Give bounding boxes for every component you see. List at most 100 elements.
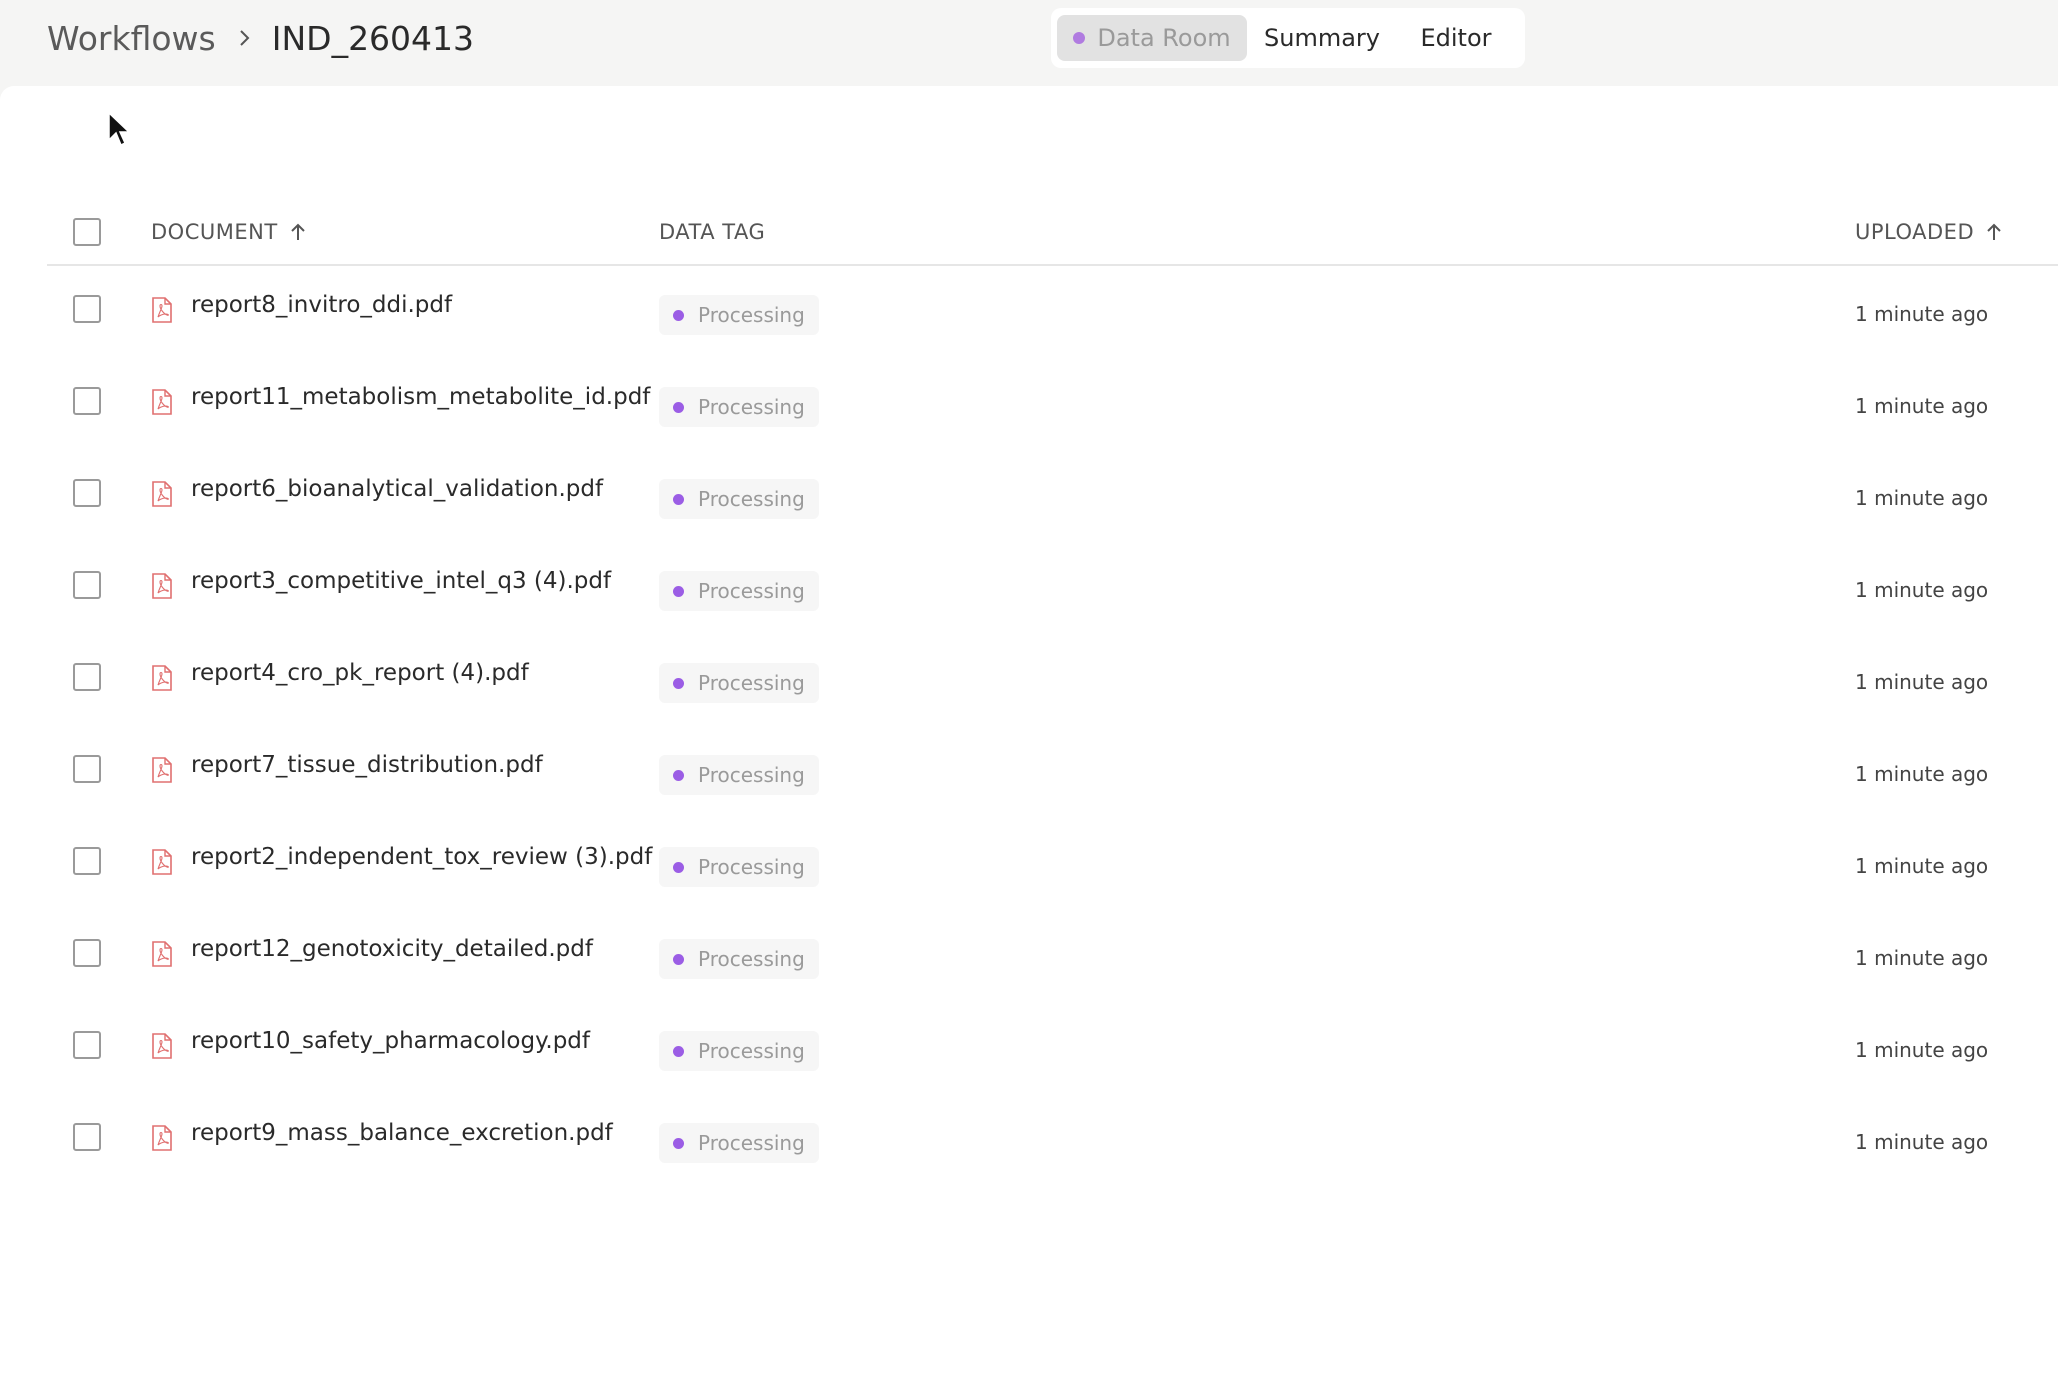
column-header-data-tag[interactable]: DATA TAG (659, 220, 765, 244)
documents-table: DOCUMENT DATA TAG UPLOADED report8_invit… (47, 200, 2058, 1186)
mouse-cursor-icon (108, 111, 131, 152)
table-row[interactable]: report3_competitive_intel_q3 (4).pdf Proc… (47, 542, 2058, 634)
status-label: Processing (698, 395, 805, 419)
document-name[interactable]: report10_safety_pharmacology.pdf (191, 1028, 590, 1054)
status-badge: Processing (659, 939, 819, 979)
status-label: Processing (698, 671, 805, 695)
status-label: Processing (698, 763, 805, 787)
table-row[interactable]: report2_independent_tox_review (3).pdf Pr… (47, 818, 2058, 910)
sort-arrow-up-icon[interactable] (290, 222, 306, 242)
status-badge: Processing (659, 387, 819, 427)
status-dot-icon (673, 861, 684, 873)
status-badge: Processing (659, 755, 819, 795)
uploaded-time: 1 minute ago (1855, 302, 1989, 326)
document-name[interactable]: report12_genotoxicity_detailed.pdf (191, 936, 593, 962)
pdf-file-icon (151, 1125, 173, 1155)
pdf-file-icon (151, 849, 173, 879)
status-dot-icon (673, 1137, 684, 1149)
tab-editor[interactable]: Editor (1397, 15, 1515, 61)
row-checkbox[interactable] (73, 663, 101, 691)
column-header-uploaded[interactable]: UPLOADED (1855, 220, 2002, 244)
table-body: report8_invitro_ddi.pdf Processing 1 minut… (47, 266, 2058, 1186)
breadcrumb-current: IND_260413 (271, 18, 475, 58)
row-checkbox[interactable] (73, 1123, 101, 1151)
column-header-label: UPLOADED (1855, 220, 1975, 244)
status-label: Processing (698, 579, 805, 603)
status-label: Processing (698, 303, 805, 327)
status-label: Processing (698, 947, 805, 971)
row-checkbox[interactable] (73, 847, 101, 875)
uploaded-time: 1 minute ago (1855, 670, 1989, 694)
uploaded-time: 1 minute ago (1855, 486, 1989, 510)
document-name[interactable]: report9_mass_balance_excretion.pdf (191, 1120, 613, 1146)
table-row[interactable]: report9_mass_balance_excretion.pdf Proces… (47, 1094, 2058, 1186)
status-dot-icon (673, 1045, 684, 1057)
column-header-document[interactable]: DOCUMENT (151, 220, 306, 244)
status-dot-icon (673, 493, 684, 505)
pdf-file-icon (151, 389, 173, 419)
status-dot-icon (673, 309, 684, 321)
table-row[interactable]: report12_genotoxicity_detailed.pdf Proces… (47, 910, 2058, 1002)
status-dot-icon (673, 769, 684, 781)
table-header: DOCUMENT DATA TAG UPLOADED (47, 200, 2058, 266)
table-row[interactable]: report7_tissue_distribution.pdf Processin… (47, 726, 2058, 818)
document-name[interactable]: report8_invitro_ddi.pdf (191, 292, 452, 318)
tab-label: Data Room (1097, 24, 1231, 52)
document-name[interactable]: report7_tissue_distribution.pdf (191, 752, 543, 778)
uploaded-time: 1 minute ago (1855, 1130, 1989, 1154)
status-badge: Processing (659, 847, 819, 887)
pdf-file-icon (151, 757, 173, 787)
select-all-checkbox[interactable] (73, 218, 101, 246)
uploaded-time: 1 minute ago (1855, 578, 1989, 602)
active-dot-icon (1073, 32, 1086, 44)
table-row[interactable]: report6_bioanalytical_validation.pdf Proc… (47, 450, 2058, 542)
pdf-file-icon (151, 1033, 173, 1063)
status-badge: Processing (659, 1123, 819, 1163)
table-row[interactable]: report11_metabolism_metabolite_id.pdf Pro… (47, 358, 2058, 450)
column-header-label: DOCUMENT (151, 220, 278, 244)
row-checkbox[interactable] (73, 939, 101, 967)
status-label: Processing (698, 1039, 805, 1063)
breadcrumb-workflows-link[interactable]: Workflows (47, 19, 216, 58)
document-name[interactable]: report6_bioanalytical_validation.pdf (191, 476, 603, 502)
status-badge: Processing (659, 663, 819, 703)
status-label: Processing (698, 1131, 805, 1155)
tab-label: Editor (1420, 24, 1492, 52)
status-dot-icon (673, 677, 684, 689)
document-name[interactable]: report11_metabolism_metabolite_id.pdf (191, 384, 650, 410)
status-dot-icon (673, 585, 684, 597)
status-badge: Processing (659, 479, 819, 519)
pdf-file-icon (151, 941, 173, 971)
tab-summary[interactable]: Summary (1247, 15, 1397, 61)
document-name[interactable]: report3_competitive_intel_q3 (4).pdf (191, 568, 611, 594)
status-dot-icon (673, 953, 684, 965)
document-name[interactable]: report4_cro_pk_report (4).pdf (191, 660, 529, 686)
table-row[interactable]: report10_safety_pharmacology.pdf Processi… (47, 1002, 2058, 1094)
status-dot-icon (673, 401, 684, 413)
document-name[interactable]: report2_independent_tox_review (3).pdf (191, 844, 652, 870)
uploaded-time: 1 minute ago (1855, 946, 1989, 970)
pdf-file-icon (151, 573, 173, 603)
status-label: Processing (698, 487, 805, 511)
row-checkbox[interactable] (73, 295, 101, 323)
uploaded-time: 1 minute ago (1855, 762, 1989, 786)
row-checkbox[interactable] (73, 755, 101, 783)
row-checkbox[interactable] (73, 1031, 101, 1059)
status-badge: Processing (659, 295, 819, 335)
row-checkbox[interactable] (73, 571, 101, 599)
sort-arrow-up-icon[interactable] (1986, 222, 2002, 242)
top-bar: Workflows IND_260413 Data Room Summary E… (0, 0, 2058, 86)
table-row[interactable]: report4_cro_pk_report (4).pdf Processing 1… (47, 634, 2058, 726)
pdf-file-icon (151, 481, 173, 511)
table-row[interactable]: report8_invitro_ddi.pdf Processing 1 minut… (47, 266, 2058, 358)
chevron-right-icon (238, 28, 252, 48)
pdf-file-icon (151, 297, 173, 327)
row-checkbox[interactable] (73, 387, 101, 415)
tab-data-room[interactable]: Data Room (1057, 15, 1247, 61)
pdf-file-icon (151, 665, 173, 695)
column-header-label: DATA TAG (659, 220, 766, 244)
status-badge: Processing (659, 571, 819, 611)
breadcrumb: Workflows IND_260413 (47, 18, 474, 58)
view-switcher: Data Room Summary Editor (1051, 8, 1525, 68)
row-checkbox[interactable] (73, 479, 101, 507)
